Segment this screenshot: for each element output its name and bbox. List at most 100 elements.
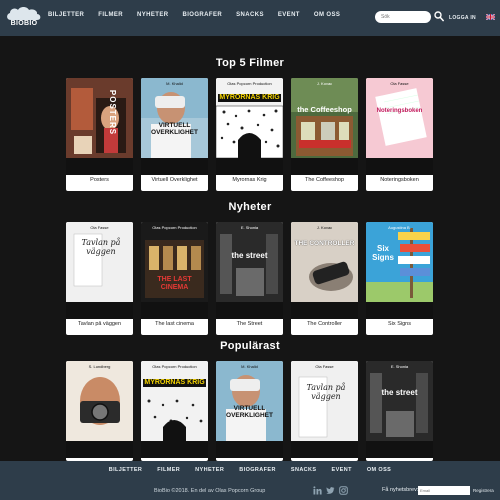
poster-title-text: Noteringsboken [376, 108, 423, 114]
movie-poster: J. Kovac the Coffeeshop [291, 78, 358, 175]
movie-card[interactable]: Ola Fasse Tavlan på väggen Tavlan på väg… [66, 222, 133, 335]
movie-card[interactable]: Olas Popcorn Production THE LAST CINEMA … [141, 222, 208, 335]
movie-poster: Olas Popcorn Production THE LAST CINEMA [141, 222, 208, 319]
nav-snacks[interactable]: SNACKS [236, 12, 264, 18]
poster-credit: M. Khalid [241, 364, 258, 369]
movie-poster: J. Kovac THE CONTROLLER [291, 222, 358, 319]
movie-poster: Augustina B. Six Signs [366, 222, 433, 319]
poster-title-text: THE LAST CINEMA [157, 276, 192, 291]
movie-poster: E. Shonia the street [216, 222, 283, 319]
poster-title-text: Six Signs [372, 244, 394, 262]
search-input[interactable] [375, 11, 431, 23]
nav-biografer[interactable]: BIOGRAFER [183, 12, 223, 18]
poster-credit: Olas Popcorn Production [152, 225, 197, 230]
copyright-text: BioBio ©2018. En del av Olas Popcorn Gro… [154, 488, 266, 494]
cloud-logo-icon [7, 7, 41, 20]
movie-card[interactable]: Olas Popcorn Production MYRORNAS KRIG [141, 361, 208, 461]
poster-title-text: THE CONTROLLER [294, 240, 355, 247]
footer-nav-snacks[interactable]: SNACKS [291, 467, 317, 473]
uk-flag-icon[interactable] [486, 14, 495, 20]
movie-poster: Ola Fasse Tavlan på väggen [291, 361, 358, 458]
linkedin-icon[interactable] [313, 486, 322, 495]
register-button[interactable]: Registrera [473, 488, 494, 493]
poster-title-text: the street [381, 388, 418, 397]
instagram-icon[interactable] [339, 486, 348, 495]
footer-nav-om-oss[interactable]: OM OSS [367, 467, 391, 473]
movie-poster: Ola Fasse Noteringsboken [366, 78, 433, 175]
movie-card[interactable]: Olas Popcorn Production MYRORNAS KRIG My… [216, 78, 283, 191]
nav-om-oss[interactable]: OM OSS [314, 12, 340, 18]
movie-title: Posters [90, 177, 109, 183]
twitter-icon[interactable] [326, 486, 335, 495]
movie-card[interactable]: POSTERS Posters [66, 78, 133, 191]
movie-poster: M. Khalid VIRTUELL OVERKLIGHET [141, 78, 208, 175]
footer-nav-nyheter[interactable]: NYHETER [195, 467, 224, 473]
nav-filmer[interactable]: FILMER [98, 12, 123, 18]
footer-nav-event[interactable]: EVENT [332, 467, 352, 473]
movie-title: Myrornas Krig [232, 177, 267, 183]
poster-title-text: the Coffeeshop [297, 105, 352, 114]
poster-title-text: POSTERS [108, 89, 118, 136]
movie-card[interactable]: Augustina B. Six Signs Six Signs [366, 222, 433, 335]
movie-title: Tavlan på väggen [77, 321, 122, 327]
newsletter-label: Få nyhetsbrev: [382, 487, 419, 493]
biobio-logo[interactable]: BIOBIO [3, 3, 45, 33]
poster-title-text: MYRORNAS KRIG [218, 94, 281, 102]
logo-text: BIOBIO [10, 20, 38, 27]
poster-credit: S. Lundberg [88, 364, 111, 369]
poster-credit: Ola Fasse [315, 364, 334, 369]
login-link[interactable]: LOGGA IN [449, 15, 476, 21]
movie-title: Six Signs [388, 321, 411, 327]
movie-title: The Controller [307, 321, 342, 327]
poster-credit: E. Shonia [390, 364, 409, 369]
poster-title-text: MYRORNAS KRIG [143, 379, 206, 387]
movie-card[interactable]: E. Shonia the street [366, 361, 433, 461]
poster-credit: Ola Fasse [90, 225, 109, 230]
movie-card[interactable]: E. Shonia the street The Street [216, 222, 283, 335]
poster-credit: Olas Popcorn Production [227, 81, 272, 86]
poster-credit: Augustina B. [388, 225, 411, 230]
poster-credit: J. Kovac [316, 81, 333, 86]
poster-title-text: Tavlan på väggen [306, 383, 346, 401]
section-title-top5: Top 5 Filmer [215, 57, 285, 69]
poster-title-text: Tavlan på väggen [81, 238, 121, 256]
main-nav: BILJETTER FILMER NYHETER BIOGRAFER SNACK… [48, 12, 340, 18]
footer-nav-biografer[interactable]: BIOGRAFER [239, 467, 276, 473]
movie-card[interactable]: J. Kovac THE CONTROLLER The Controller [291, 222, 358, 335]
poster-title-text: the street [231, 251, 268, 260]
movie-title: Virtuell Overklighet [151, 177, 198, 183]
movie-poster: E. Shonia the street [366, 361, 433, 458]
site-header: BIOBIO BILJETTER FILMER NYHETER BIOGRAFE… [0, 0, 500, 36]
section-title-popularast: Populärast [220, 340, 280, 352]
movie-card[interactable]: Ola Fasse Noteringsboken Noteringsboken [366, 78, 433, 191]
movie-title: Noteringsboken [380, 177, 419, 183]
poster-title-text: VIRTUELL OVERKLIGHET [151, 122, 198, 136]
site-footer: BILJETTER FILMER NYHETER BIOGRAFER SNACK… [0, 461, 500, 500]
nav-biljetter[interactable]: BILJETTER [48, 12, 84, 18]
poster-credit: M. Khalid [166, 81, 183, 86]
movie-poster: Ola Fasse Tavlan på väggen [66, 222, 133, 319]
footer-nav: BILJETTER FILMER NYHETER BIOGRAFER SNACK… [0, 467, 500, 473]
movie-card[interactable]: M. Khalid VIRTUELL OVERKLIGHET [216, 361, 283, 461]
poster-title-text: VIRTUELL OVERKLIGHET [226, 405, 273, 419]
movie-poster: M. Khalid VIRTUELL OVERKLIGHET [216, 361, 283, 458]
movie-poster: Olas Popcorn Production MYRORNAS KRIG [141, 361, 208, 458]
movie-title: The Street [236, 321, 263, 327]
newsletter-email-input[interactable] [418, 486, 470, 495]
movie-title: The Coffeeshop [304, 177, 345, 183]
footer-nav-biljetter[interactable]: BILJETTER [109, 467, 143, 473]
movie-card[interactable]: J. Kovac the Coffeeshop The Coffeeshop [291, 78, 358, 191]
movie-poster: Olas Popcorn Production MYRORNAS KRIG [216, 78, 283, 175]
poster-credit: Ola Fasse [390, 81, 409, 86]
search-icon[interactable] [434, 11, 444, 22]
movie-card[interactable]: S. Lundberg [66, 361, 133, 461]
nav-event[interactable]: EVENT [278, 12, 300, 18]
movie-card[interactable]: Ola Fasse Tavlan på väggen [291, 361, 358, 461]
poster-credit: Olas Popcorn Production [152, 364, 197, 369]
movie-poster: POSTERS [66, 78, 133, 175]
nav-nyheter[interactable]: NYHETER [137, 12, 168, 18]
section-title-nyheter: Nyheter [228, 201, 272, 213]
poster-credit: J. Kovac [316, 225, 333, 230]
movie-card[interactable]: M. Khalid VIRTUELL OVERKLIGHET Virtuell … [141, 78, 208, 191]
footer-nav-filmer[interactable]: FILMER [157, 467, 180, 473]
